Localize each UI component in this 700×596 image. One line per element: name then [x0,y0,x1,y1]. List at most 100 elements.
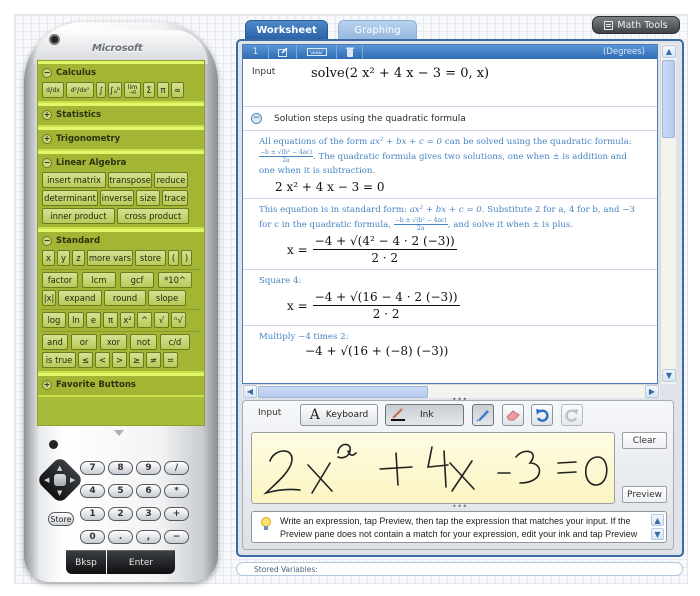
menu-button[interactable] [49,440,58,449]
keypad-key[interactable]: 6 [136,484,161,498]
vertical-scrollbar[interactable]: ▲ ▼ [660,44,676,384]
clear-button[interactable]: Clear [622,432,667,449]
second-derivative-button[interactable]: d² / dx² [66,82,94,98]
sqrt-button[interactable]: √ [154,312,169,328]
keypad-key[interactable]: / [164,461,189,475]
ink-writing-area[interactable] [251,432,615,504]
stored-variables-bar[interactable]: Stored Variables: [236,562,683,576]
xor-button[interactable]: xor [100,334,127,350]
less-equal-button[interactable]: ≤ [78,352,93,368]
more-vars-button[interactable]: more vars [87,250,133,266]
less-than-button[interactable]: < [95,352,110,368]
redo-button[interactable] [561,404,583,426]
keypad-key[interactable]: 2 [108,507,133,521]
keypad-key[interactable]: , [136,530,161,544]
input-expression[interactable]: solve(2 x² + 4 x − 3 = 0, x) [311,66,489,81]
expand-icon[interactable]: + [42,134,52,144]
definite-integral-button[interactable]: ∫ₐᵇ [108,82,122,98]
infinity-button[interactable]: ∞ [171,82,184,98]
fraction-button[interactable]: c/d [160,334,190,350]
tab-graphing[interactable]: Graphing [338,20,417,40]
scroll-right-icon[interactable]: ▶ [645,385,659,398]
dpad-select-button[interactable] [54,474,66,486]
ln-button[interactable]: ln [68,312,84,328]
section-statistics[interactable]: + Statistics [38,103,204,127]
section-trigonometry[interactable]: + Trigonometry [38,127,204,151]
sum-button[interactable]: Σ [143,82,155,98]
backspace-key[interactable]: Bksp [66,550,106,574]
keypad-key[interactable]: − [164,530,189,544]
x-button[interactable]: x [42,250,55,266]
determinant-button[interactable]: determinant [42,190,98,206]
greater-than-button[interactable]: > [112,352,127,368]
keypad-key[interactable]: 0 [80,530,105,544]
limit-button[interactable]: lim →0 [124,82,141,98]
derivative-button[interactable]: d / dx [42,82,64,98]
y-button[interactable]: y [57,250,70,266]
or-button[interactable]: or [71,334,97,350]
inner-product-button[interactable]: inner product [42,208,115,224]
eraser-button[interactable] [502,404,524,426]
transpose-button[interactable]: transpose [108,172,152,188]
times-ten-power-button[interactable]: *10^ [158,272,192,288]
size-button[interactable]: size [136,190,160,206]
resize-grip[interactable]: • • • [452,502,467,511]
scroll-up-icon[interactable]: ▲ [662,45,676,58]
round-button[interactable]: round [104,290,146,306]
keypad-key[interactable]: 8 [108,461,133,475]
keypad-key[interactable]: * [164,484,189,498]
expand-button[interactable]: expand [58,290,102,306]
keypad-key[interactable]: 3 [136,507,161,521]
ink-mode-button[interactable]: Ink [385,404,464,426]
store-button[interactable]: store [135,250,166,266]
collapse-icon[interactable]: − [251,113,262,124]
keyboard-mode-button[interactable]: A Keyboard [300,404,378,426]
factor-button[interactable]: factor [42,272,78,288]
edit-icon[interactable] [269,45,297,59]
dpad-right-icon[interactable]: ▶ [70,477,75,484]
tip-scroll-up-icon[interactable]: ▲ [651,514,664,526]
inverse-button[interactable]: inverse [100,190,134,206]
horizontal-scroll-thumb[interactable] [258,386,428,398]
undo-button[interactable] [531,404,553,426]
collapse-icon[interactable]: − [42,236,52,246]
dpad-up-icon[interactable]: ▲ [57,465,62,472]
greater-equal-button[interactable]: ≥ [129,352,144,368]
e-button[interactable]: e [86,312,101,328]
math-tools-button[interactable]: Math Tools [592,16,680,34]
collapse-icon[interactable]: − [42,68,52,78]
keypad-key[interactable]: 4 [80,484,105,498]
keypad-key[interactable]: 7 [80,461,105,475]
enter-key[interactable]: Enter [107,550,175,574]
reduce-button[interactable]: reduce [154,172,188,188]
pi-button[interactable]: π [157,82,169,98]
power-button[interactable]: ^ [137,312,152,328]
scroll-left-icon[interactable]: ◀ [243,385,257,398]
input-row[interactable]: Input solve(2 x² + 4 x − 3 = 0, x) [243,59,657,107]
close-paren-button[interactable]: ) [181,250,192,266]
open-paren-button[interactable]: ( [168,250,179,266]
cross-product-button[interactable]: cross product [117,208,189,224]
delete-icon[interactable] [337,45,363,59]
preview-button[interactable]: Preview [622,486,667,503]
slope-button[interactable]: slope [148,290,186,306]
z-button[interactable]: z [72,250,85,266]
solution-steps-header[interactable]: − Solution steps using the quadratic for… [243,107,657,131]
store-key[interactable]: Store [48,512,74,526]
square-button[interactable]: x² [120,312,135,328]
equals-button[interactable]: = [163,352,178,368]
keypad-key[interactable]: 1 [80,507,105,521]
collapse-icon[interactable]: − [42,158,52,168]
is-true-button[interactable]: is true [42,352,76,368]
keypad-key[interactable]: + [164,507,189,521]
dpad-down-icon[interactable]: ▼ [57,490,62,497]
expand-icon[interactable]: + [42,380,52,390]
log-button[interactable]: log [42,312,66,328]
vertical-scroll-thumb[interactable] [662,60,675,138]
not-equal-button[interactable]: ≠ [146,352,161,368]
insert-matrix-button[interactable]: insert matrix [42,172,106,188]
nth-root-button[interactable]: ⁿ√ [171,312,186,328]
dpad-left-icon[interactable]: ◀ [44,477,49,484]
power-button[interactable] [49,34,60,45]
pen-button[interactable] [472,404,494,426]
